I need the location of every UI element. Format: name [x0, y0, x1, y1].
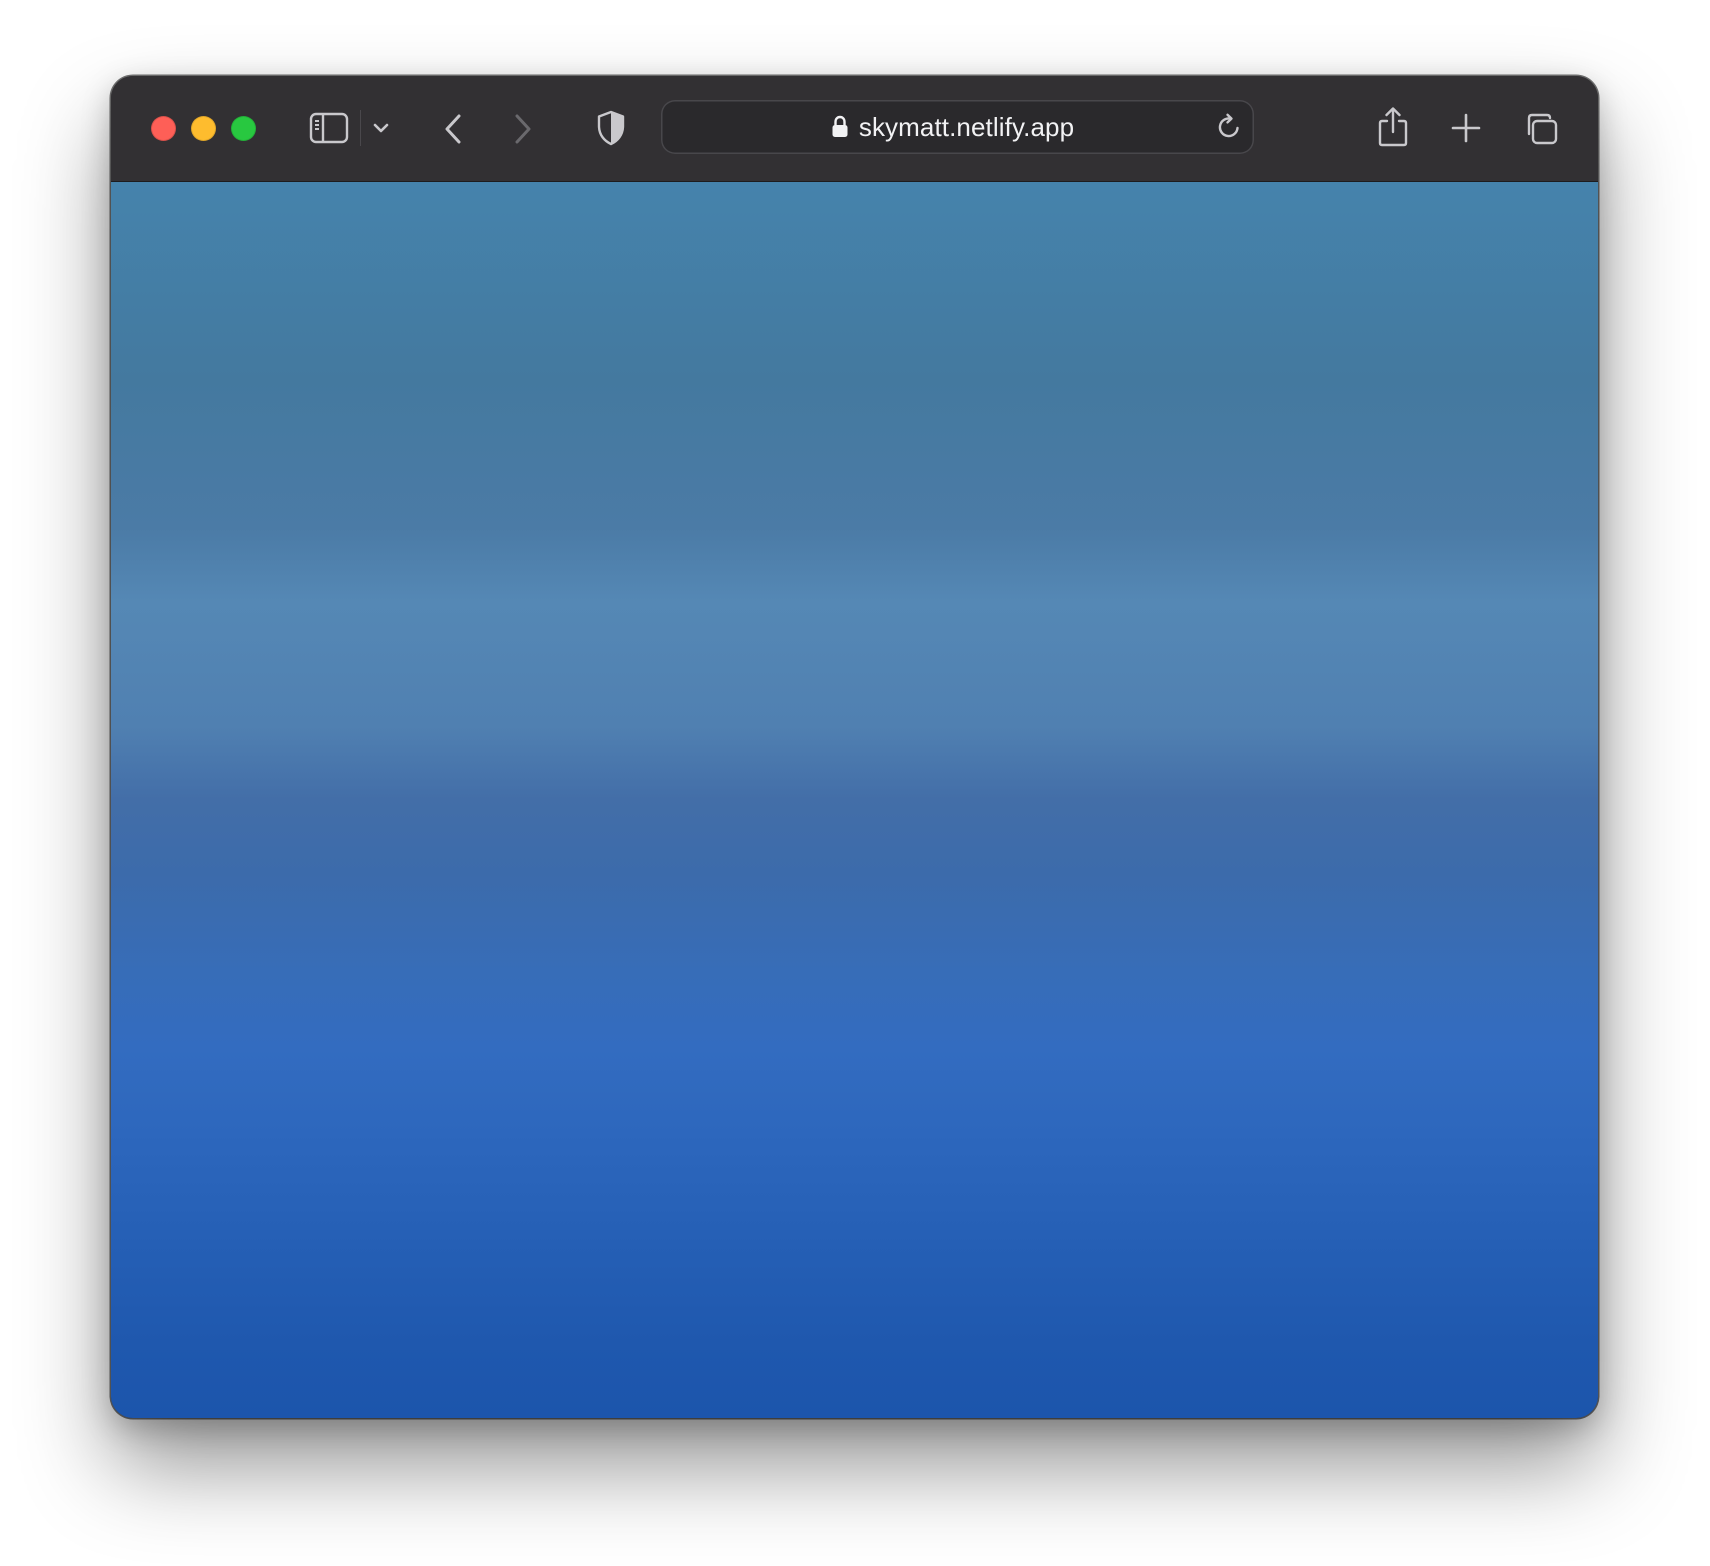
new-tab-button[interactable] — [1446, 108, 1486, 148]
address-bar[interactable]: skymatt.netlify.app — [661, 100, 1254, 154]
close-window-button[interactable] — [151, 116, 176, 141]
toolbar-divider — [360, 110, 361, 146]
privacy-report-button[interactable] — [591, 107, 631, 149]
back-button[interactable] — [433, 109, 473, 149]
reload-icon — [1215, 113, 1243, 141]
minimize-window-button[interactable] — [191, 116, 216, 141]
chevron-down-icon — [372, 122, 390, 134]
forward-button[interactable] — [503, 109, 543, 149]
sidebar-toggle-button[interactable] — [306, 108, 352, 148]
tab-overview-button[interactable] — [1521, 108, 1561, 148]
reload-button[interactable] — [1213, 111, 1245, 143]
share-icon — [1376, 106, 1410, 148]
lock-icon — [831, 115, 849, 139]
maximize-window-button[interactable] — [231, 116, 256, 141]
browser-toolbar: skymatt.netlify.app — [111, 76, 1598, 182]
sidebar-icon — [309, 112, 349, 144]
plus-icon — [1451, 113, 1481, 143]
url-text: skymatt.netlify.app — [858, 112, 1075, 142]
tabs-overview-icon — [1523, 110, 1559, 146]
tab-group-menu-button[interactable] — [368, 114, 394, 142]
screenshot-stage: skymatt.netlify.app — [0, 0, 1710, 1566]
address-field: skymatt.netlify.app — [661, 100, 1254, 154]
chevron-left-icon — [442, 112, 464, 146]
web-page-content[interactable] — [111, 182, 1598, 1418]
shield-icon — [596, 110, 626, 146]
chevron-right-icon — [512, 112, 534, 146]
share-button[interactable] — [1373, 103, 1413, 151]
browser-window: skymatt.netlify.app — [111, 76, 1598, 1418]
